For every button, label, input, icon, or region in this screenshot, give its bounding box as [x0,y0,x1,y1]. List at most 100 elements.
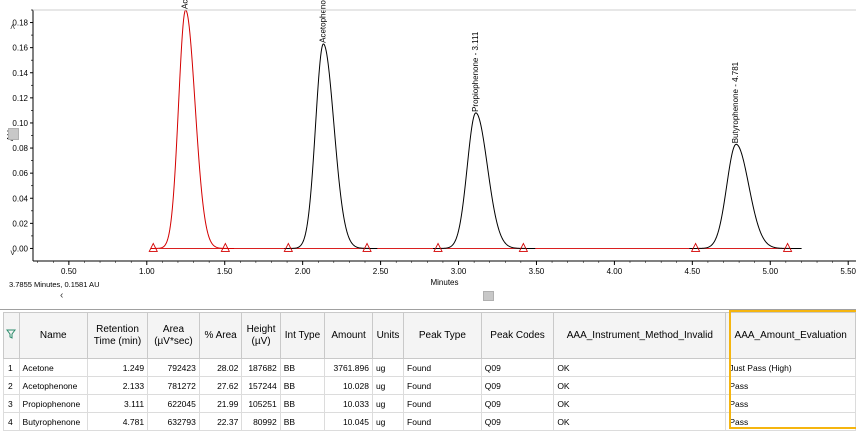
peak-start-marker [283,242,294,252]
cell-method-invalid: OK [553,376,727,395]
scroll-left-icon[interactable]: ‹ [60,291,63,301]
peak-trace [150,9,235,249]
cell-area: 792423 [147,358,200,377]
cell-method-invalid: OK [553,358,727,377]
cell-height: 80992 [241,412,281,431]
cell-amount-eval: Just Pass (High) [725,358,856,377]
y-tick-label: 0.16 [12,44,28,53]
cell-name: Acetone [18,358,88,377]
cell-units: ug [371,358,405,377]
cell-amount: 3761.896 [324,358,373,377]
x-tick-label: 2.00 [295,267,311,276]
peak-label: Acetophenone - 2.133 [318,0,327,43]
peak-trace [284,43,378,249]
table-header-row: Name Retention Time (min) Area (µV*sec) … [3,312,856,359]
column-header[interactable]: Area (µV*sec) [147,312,200,359]
peak-label: Propiophenone - 3.111 [471,31,480,112]
y-tick-label: 0.10 [12,119,28,128]
cell-units: ug [371,412,405,431]
chromatogram-panel[interactable]: Acetone - 1.249 Acetophenone - 2.133 Propi… [0,0,856,306]
scroll-up-icon[interactable]: ˄ [10,22,15,32]
column-header[interactable]: Retention Time (min) [86,312,149,359]
x-axis-label: Minutes [430,278,458,287]
x-tick-label: 1.50 [217,267,233,276]
table-row[interactable]: 2 Acetophenone 2.133 781272 27.62 157244 BB 10.… [3,376,856,395]
column-header[interactable]: Units [371,312,405,359]
column-header[interactable]: Peak Codes [480,312,555,359]
cell-rt: 3.111 [86,394,149,413]
horizontal-scroll-thumb[interactable] [483,291,494,301]
cell-area: 622045 [147,394,200,413]
y-tick-label: 0.12 [12,94,28,103]
column-header[interactable]: AAA_Instrument_Method_Invalid [553,312,727,359]
peak-end-marker [220,242,231,252]
cell-pct-area: 22.37 [198,412,243,431]
cell-height: 105251 [241,394,281,413]
row-number: 3 [3,394,20,413]
filter-icon[interactable] [3,312,20,359]
y-tick-label: 0.02 [12,219,28,228]
cell-name: Acetophenone [18,376,88,395]
peak-end-marker [782,242,793,252]
cell-rt: 4.781 [86,412,149,431]
cell-amount: 10.033 [324,394,373,413]
cell-height: 157244 [241,376,281,395]
cell-peak-codes: Q09 [480,376,555,395]
cell-name: Butyrophenone [18,412,88,431]
table-row[interactable]: 3 Propiophenone 3.111 622045 21.99 105251 BB 10… [3,394,856,413]
cell-units: ug [371,376,405,395]
cell-int-type: BB [279,358,326,377]
vertical-scroll-thumb[interactable] [8,128,19,140]
peak-start-marker [433,242,443,252]
cell-int-type: BB [279,412,326,431]
column-header[interactable]: Peak Type [403,312,482,359]
table-row[interactable]: 4 Butyrophenone 4.781 632793 22.37 80992 BB 10.… [3,412,856,431]
cell-name: Propiophenone [18,394,88,413]
peak-trace [689,143,802,249]
x-tick-label: 5.50 [840,267,856,276]
cell-units: ug [371,394,405,413]
y-tick-label: 0.14 [12,69,28,78]
cell-pct-area: 21.99 [198,394,243,413]
cell-peak-type: Found [403,358,482,377]
cell-peak-codes: Q09 [480,358,555,377]
x-tick-label: 5.00 [762,267,778,276]
x-tick-label: 4.50 [685,267,701,276]
column-header[interactable]: Amount [324,312,373,359]
peak-label: Acetone - 1.249 [181,0,190,9]
peak-start-marker [148,242,158,252]
column-header[interactable]: Name [18,312,88,359]
column-header[interactable]: Height (µV) [241,312,281,359]
cell-peak-type: Found [403,376,482,395]
cell-rt: 2.133 [86,376,149,395]
column-header[interactable]: AAA_Amount_Evaluation [725,312,856,359]
cell-amount-eval: Pass [725,394,856,413]
cell-amount-eval: Pass [725,376,856,395]
chromatogram-plot[interactable]: Acetone - 1.249 Acetophenone - 2.133 Propi… [0,0,856,306]
cell-rt: 1.249 [86,358,149,377]
peak-trace [432,112,536,249]
x-tick-label: 0.50 [61,267,77,276]
cell-method-invalid: OK [553,412,727,431]
cell-peak-type: Found [403,394,482,413]
cell-peak-codes: Q09 [480,394,555,413]
row-number: 4 [3,412,20,431]
y-tick-label: 0.04 [12,194,28,203]
cursor-readout: 3.7855 Minutes, 0.1581 AU [9,280,100,289]
cell-pct-area: 28.02 [198,358,243,377]
y-tick-label: 0.08 [12,144,28,153]
scroll-down-icon[interactable]: ˅ [10,248,15,258]
x-tick-label: 2.50 [373,267,389,276]
x-tick-label: 4.00 [607,267,623,276]
x-tick-label: 1.00 [139,267,155,276]
column-header[interactable]: Int Type [279,312,326,359]
cell-int-type: BB [279,376,326,395]
column-header[interactable]: % Area [198,312,243,359]
peak-start-marker [690,242,701,252]
table-row[interactable]: 1 Acetone 1.249 792423 28.02 187682 BB 3761.896… [3,358,856,377]
peak-end-marker [518,242,529,252]
cell-peak-codes: Q09 [480,412,555,431]
peak-end-marker [362,242,372,252]
peak-results-table-panel: Name Retention Time (min) Area (µV*sec) … [0,309,856,433]
row-number: 2 [3,376,20,395]
